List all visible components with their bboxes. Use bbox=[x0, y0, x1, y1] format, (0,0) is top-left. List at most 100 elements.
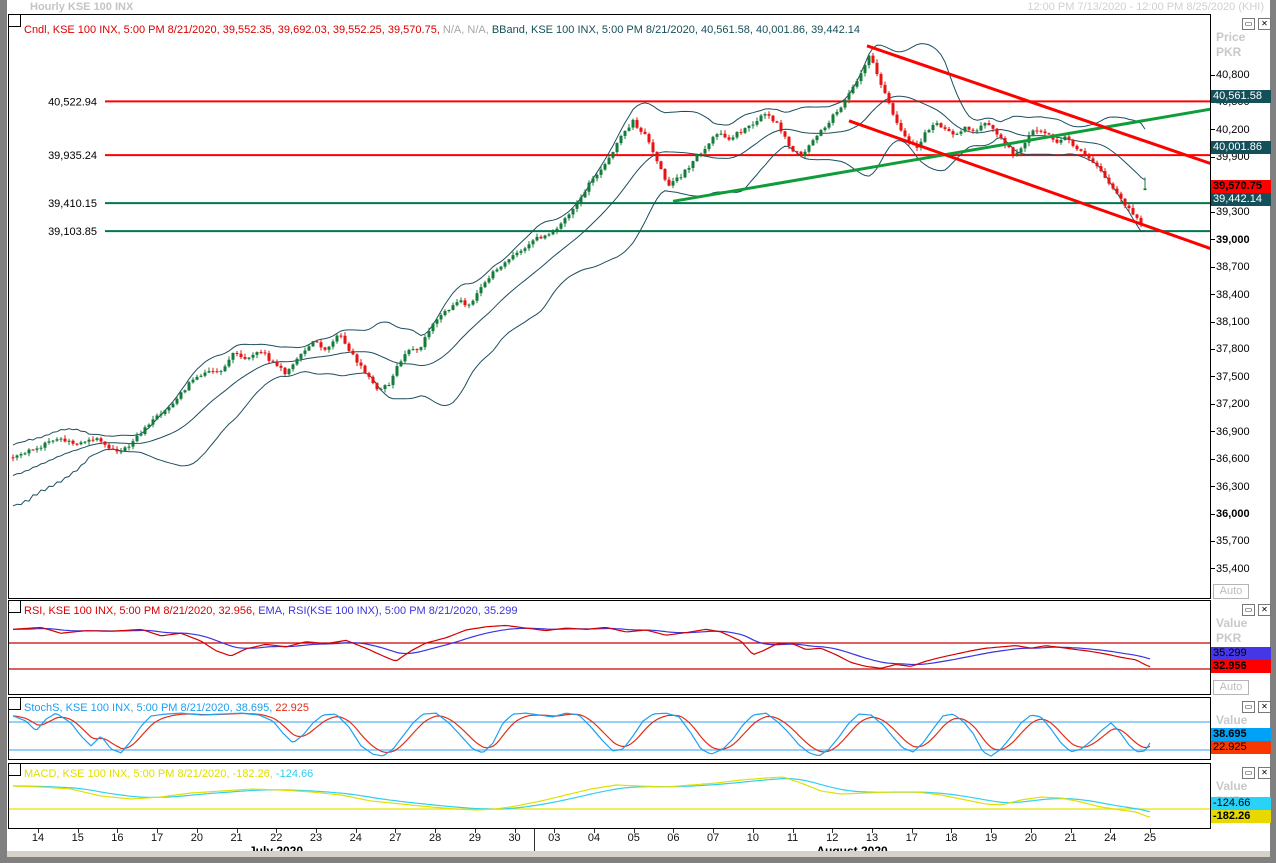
price-tick-label: 36,300 bbox=[1211, 481, 1250, 493]
panel-handle[interactable] bbox=[8, 763, 21, 776]
date-tick-label: 07 bbox=[707, 832, 720, 844]
date-tick-label: 17 bbox=[151, 832, 164, 844]
date-tick-label: 24 bbox=[1104, 832, 1117, 844]
tick-mark bbox=[1211, 513, 1215, 515]
indicator-derived-line[interactable] bbox=[13, 777, 1151, 813]
chart-window: Hourly KSE 100 INX 12:00 PM 7/13/2020 - … bbox=[0, 0, 1276, 863]
tick-mark bbox=[1211, 266, 1215, 268]
date-tick-label: 29 bbox=[468, 832, 481, 844]
price-legend[interactable]: Cndl, KSE 100 INX, 5:00 PM 8/21/2020, 39… bbox=[24, 24, 860, 36]
close-icon[interactable]: ✕ bbox=[1258, 18, 1271, 30]
axis-title: Price bbox=[1216, 30, 1246, 44]
close-icon[interactable]: ✕ bbox=[1258, 701, 1271, 713]
stochastic-legend[interactable]: StochS, KSE 100 INX, 5:00 PM 8/21/2020, … bbox=[24, 702, 309, 714]
date-tick-label: 12 bbox=[826, 832, 839, 844]
rsi-legend[interactable]: RSI, KSE 100 INX, 5:00 PM 8/21/2020, 32.… bbox=[24, 605, 517, 617]
date-tick-label: 14 bbox=[31, 832, 45, 844]
window-title: Hourly KSE 100 INX bbox=[30, 1, 134, 13]
tick-mark bbox=[1211, 294, 1215, 296]
price-chart-panel[interactable]: 40,522.94 39,935.24 39,410.15 39,103.85 Cnd… bbox=[8, 14, 1211, 599]
maximize-icon[interactable]: ▭ bbox=[1242, 701, 1255, 713]
indicator-main-line[interactable] bbox=[12, 776, 1151, 818]
price-line-label: 39,935.24 bbox=[48, 150, 97, 162]
date-tick-label: 25 bbox=[1143, 832, 1157, 844]
date-tick-label: 16 bbox=[111, 832, 124, 844]
price-tick-label: 38,100 bbox=[1211, 316, 1250, 328]
legend-segment: 22.925 bbox=[272, 702, 309, 714]
panel-handle[interactable] bbox=[8, 697, 21, 710]
maximize-icon[interactable]: ▭ bbox=[1242, 604, 1255, 616]
indicator-derived-line[interactable] bbox=[12, 712, 1151, 754]
maximize-icon[interactable]: ▭ bbox=[1242, 767, 1255, 779]
date-tick-label: 23 bbox=[309, 832, 323, 844]
price-tick-label: 37,200 bbox=[1211, 398, 1250, 410]
window-frame bbox=[0, 0, 7, 863]
close-icon[interactable]: ✕ bbox=[1258, 604, 1271, 616]
tick-mark bbox=[1211, 211, 1215, 213]
price-tick-label: 36,900 bbox=[1211, 426, 1250, 438]
bollinger-band-line[interactable] bbox=[12, 95, 1146, 476]
price-tick-label: 38,400 bbox=[1211, 289, 1250, 301]
window-frame bbox=[0, 857, 1276, 863]
axis-title: Value bbox=[1216, 713, 1248, 727]
date-tick-label: 24 bbox=[349, 832, 362, 844]
legend-segment: BBand, KSE 100 INX, 5:00 PM 8/21/2020, 4… bbox=[488, 24, 861, 36]
stochastic-panel[interactable]: StochS, KSE 100 INX, 5:00 PM 8/21/2020, … bbox=[8, 697, 1211, 760]
macd-legend[interactable]: MACD, KSE 100 INX, 5:00 PM 8/21/2020, -1… bbox=[24, 768, 313, 780]
axis-title: PKR bbox=[1216, 631, 1242, 645]
date-tick-label: 05 bbox=[627, 832, 640, 844]
date-tick-label: 19 bbox=[985, 832, 998, 844]
price-tick-label: 35,400 bbox=[1211, 563, 1250, 575]
bollinger-band-line[interactable] bbox=[12, 43, 1146, 446]
price-tick-label: 37,800 bbox=[1211, 343, 1250, 355]
panel-handle[interactable] bbox=[8, 14, 21, 27]
price-line-label: 39,410.15 bbox=[48, 198, 97, 210]
date-tick-label: 30 bbox=[508, 832, 521, 844]
tick-mark bbox=[1211, 458, 1215, 460]
date-tick-label: 11 bbox=[786, 832, 799, 844]
date-tick-label: 18 bbox=[945, 832, 958, 844]
tick-mark bbox=[1211, 348, 1215, 350]
tick-mark bbox=[1211, 129, 1215, 131]
value-tag: 40,561.58 bbox=[1211, 90, 1271, 104]
candles-up[interactable] bbox=[15, 54, 1147, 461]
price-line-label: 39,103.85 bbox=[48, 226, 97, 238]
axis-title: Value bbox=[1216, 779, 1248, 793]
tick-mark bbox=[1211, 321, 1215, 323]
date-tick-label: 21 bbox=[1064, 832, 1077, 844]
panel-controls: ▭ ✕ bbox=[1242, 604, 1271, 616]
macd-panel[interactable]: MACD, KSE 100 INX, 5:00 PM 8/21/2020, -1… bbox=[8, 763, 1211, 829]
auto-scale-button[interactable]: Auto bbox=[1213, 584, 1249, 599]
tick-mark bbox=[1211, 568, 1215, 570]
panel-handle[interactable] bbox=[8, 600, 21, 613]
tick-mark bbox=[1211, 486, 1215, 488]
legend-segment: Cndl, KSE 100 INX, 5:00 PM 8/21/2020, 39… bbox=[24, 24, 440, 36]
date-tick-label: 28 bbox=[429, 832, 442, 844]
value-tag: 22.925 bbox=[1211, 741, 1271, 755]
tick-mark bbox=[1211, 156, 1215, 158]
panel-controls: ▭ ✕ bbox=[1242, 701, 1271, 713]
auto-scale-button[interactable]: Auto bbox=[1213, 680, 1249, 695]
price-tick-label: 40,200 bbox=[1211, 124, 1250, 136]
tick-mark bbox=[1211, 541, 1215, 543]
rsi-panel[interactable]: RSI, KSE 100 INX, 5:00 PM 8/21/2020, 32.… bbox=[8, 600, 1211, 695]
close-icon[interactable]: ✕ bbox=[1258, 767, 1271, 779]
panel-controls: ▭ ✕ bbox=[1242, 767, 1271, 779]
legend-segment: MACD, KSE 100 INX, 5:00 PM 8/21/2020, -1… bbox=[24, 768, 273, 780]
candlestick-chart[interactable]: 40,522.94 39,935.24 39,410.15 39,103.85 bbox=[9, 15, 1210, 598]
axis-title: PKR bbox=[1216, 45, 1242, 59]
price-tick-label: 37,500 bbox=[1211, 371, 1250, 383]
maximize-icon[interactable]: ▭ bbox=[1242, 18, 1255, 30]
tick-mark bbox=[1211, 74, 1215, 76]
date-tick-label: 06 bbox=[667, 832, 680, 844]
value-tag: 39,570.75 bbox=[1211, 179, 1271, 193]
date-tick-label: 20 bbox=[190, 832, 203, 844]
legend-segment: N/A, N/A, bbox=[439, 24, 489, 36]
indicator-main-line[interactable] bbox=[12, 624, 1151, 669]
legend-segment: -124.66 bbox=[272, 768, 314, 780]
date-tick-label: 21 bbox=[230, 832, 243, 844]
bollinger-band-line[interactable] bbox=[12, 136, 1146, 507]
date-tick-label: 04 bbox=[587, 832, 601, 844]
date-tick-label: 27 bbox=[389, 832, 402, 844]
price-tick-label: 36,600 bbox=[1211, 453, 1250, 465]
